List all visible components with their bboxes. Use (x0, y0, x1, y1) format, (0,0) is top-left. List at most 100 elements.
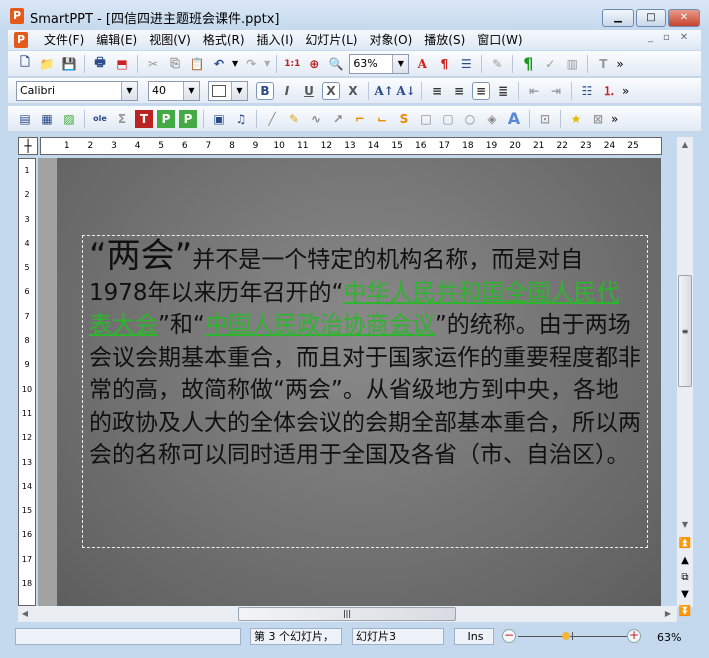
status-insert-mode[interactable]: Ins (454, 628, 494, 645)
formula-icon[interactable]: Σ (113, 110, 131, 128)
curve-icon[interactable]: ∿ (307, 110, 325, 128)
scroll-up-icon[interactable]: ▲ (677, 137, 693, 153)
mdi-controls[interactable]: _▫✕ (648, 32, 698, 43)
actual-size-icon[interactable]: 1:1 (283, 55, 301, 73)
font-color-icon[interactable]: A (413, 55, 431, 73)
shadow-icon[interactable]: X (322, 81, 340, 100)
more-button[interactable]: » (616, 57, 623, 71)
italic-icon[interactable]: I (278, 82, 296, 100)
zoom-slider[interactable] (518, 636, 628, 637)
line-icon[interactable]: ╱ (263, 110, 281, 128)
arrow-icon[interactable]: ↗ (329, 110, 347, 128)
show-marks-icon[interactable]: ¶ (519, 54, 537, 73)
outline-icon[interactable]: X (344, 82, 362, 100)
outdent-icon[interactable]: ⇤ (525, 82, 543, 100)
scroll-right-icon[interactable]: ▶ (661, 606, 675, 622)
picture-icon[interactable]: ▨ (60, 110, 78, 128)
ungroup-icon[interactable]: ⊠ (589, 110, 607, 128)
textframe-icon[interactable]: T (594, 55, 612, 73)
last-slide-icon[interactable]: ⏬ (677, 603, 693, 620)
slide-text-box[interactable]: “两会”并不是一个特定的机构名称，而是对自1978年以来历年召开的“中华人民共和… (82, 235, 648, 548)
menu-edit[interactable]: 编辑(E) (90, 32, 143, 48)
indent-icon[interactable]: ⇥ (547, 82, 565, 100)
fill-color-select[interactable]: ▼ (208, 80, 248, 101)
ellipse-icon[interactable]: ○ (461, 110, 479, 128)
connector-icon[interactable]: ⌐ (351, 110, 369, 128)
video-icon[interactable]: ▣ (210, 110, 228, 128)
copy-icon[interactable]: ⎘ (166, 55, 184, 73)
pdf-icon[interactable]: ⬒ (113, 55, 131, 73)
undo-icon[interactable]: ↶ (210, 55, 228, 73)
more-button-3[interactable]: » (611, 112, 618, 126)
paste-icon[interactable]: 📋 (188, 55, 206, 73)
shapes-icon[interactable]: ◈ (483, 110, 501, 128)
link-cppcc[interactable]: 中国人民政治协商会议 (205, 312, 435, 338)
menu-file[interactable]: 文件(F) (38, 32, 90, 48)
ppt-object2-icon[interactable]: P (179, 109, 197, 128)
chart-icon[interactable]: ▥ (563, 55, 581, 73)
menu-format[interactable]: 格式(R) (197, 32, 251, 48)
text-object-icon[interactable]: T (135, 109, 153, 128)
vertical-scroll-thumb[interactable]: ≡ (678, 275, 692, 387)
horizontal-scrollbar[interactable]: ◀ ||| ▶ (18, 606, 677, 622)
close-button[interactable]: ✕ (668, 9, 700, 27)
align-right-icon[interactable]: ≡ (450, 82, 468, 100)
bold-icon[interactable]: B (256, 81, 274, 100)
list-icon[interactable]: ☰ (457, 55, 475, 73)
format-painter-icon[interactable]: ✎ (488, 55, 506, 73)
open-icon[interactable]: 📁 (38, 55, 56, 73)
zoom-slider-thumb[interactable] (562, 632, 570, 640)
maximize-button[interactable]: □ (636, 9, 666, 27)
text-box-icon[interactable]: ▤ (16, 110, 34, 128)
ruler-origin[interactable]: ┼ (18, 137, 38, 155)
save-icon[interactable]: 💾 (60, 55, 78, 73)
menu-play[interactable]: 播放(S) (418, 32, 471, 48)
justify-icon[interactable]: ≣ (494, 82, 512, 100)
star-icon[interactable]: ★ (567, 110, 585, 128)
table-icon[interactable]: ▦ (38, 110, 56, 128)
menu-object[interactable]: 对象(O) (363, 32, 418, 48)
zoom-fit-icon[interactable]: ⊕ (305, 55, 323, 73)
ppt-object-icon[interactable]: P (157, 109, 175, 128)
vertical-scrollbar[interactable]: ▲ ≡ ▼ ⏫ ▲ ⧉ ▼ ⏬ (677, 137, 693, 617)
audio-icon[interactable]: ♫ (232, 110, 250, 128)
rounded-rect-icon[interactable]: ▢ (439, 110, 457, 128)
menu-insert[interactable]: 插入(I) (251, 32, 300, 48)
font-select[interactable]: Calibri ▼ (16, 80, 138, 101)
pen-icon[interactable]: ✎ (285, 110, 303, 128)
print-icon[interactable]: 🖶 (91, 55, 109, 73)
zoom-select[interactable]: 63% ▼ (349, 53, 410, 74)
next-slide-icon[interactable]: ▼ (677, 586, 693, 603)
menu-window[interactable]: 窗口(W) (471, 32, 528, 48)
scroll-down-icon[interactable]: ▼ (677, 517, 693, 533)
horizontal-scroll-thumb[interactable]: ||| (238, 607, 456, 621)
zoom-out-icon[interactable]: − (502, 629, 516, 643)
bullets-icon[interactable]: ☷ (578, 82, 596, 100)
underline-icon[interactable]: U (300, 82, 318, 100)
prev-slide-icon[interactable]: ▲ (677, 552, 693, 569)
ole-icon[interactable]: ole (91, 110, 109, 128)
numbering-icon[interactable]: ⒈ (600, 82, 618, 100)
spellcheck-icon[interactable]: ✓ (541, 55, 559, 73)
scroll-left-icon[interactable]: ◀ (18, 606, 32, 622)
minimize-button[interactable]: ▁ (602, 9, 634, 27)
redo-icon[interactable]: ↷ (242, 55, 260, 73)
more-button-2[interactable]: » (622, 84, 629, 98)
paragraph-icon[interactable]: ¶ (435, 55, 453, 73)
zoom-icon[interactable]: 🔍 (327, 55, 345, 73)
align-center-icon[interactable]: ≡ (472, 81, 490, 100)
shrink-font-icon[interactable]: A↓ (396, 82, 415, 100)
menu-view[interactable]: 视图(V) (143, 32, 197, 48)
elbow-connector-icon[interactable]: ⌙ (373, 110, 391, 128)
align-left-icon[interactable]: ≡ (428, 82, 446, 100)
font-size-select[interactable]: 40 ▼ (148, 80, 200, 101)
slide-view-icon[interactable]: ⧉ (677, 569, 693, 586)
cut-icon[interactable]: ✂ (144, 55, 162, 73)
first-slide-icon[interactable]: ⏫ (677, 535, 693, 552)
curved-connector-icon[interactable]: S (395, 110, 413, 128)
new-icon[interactable]: 🗋 (16, 55, 34, 73)
rectangle-icon[interactable]: □ (417, 110, 435, 128)
zoom-in-icon[interactable]: + (627, 629, 641, 643)
menu-slide[interactable]: 幻灯片(L) (299, 32, 363, 48)
group-icon[interactable]: ⊡ (536, 110, 554, 128)
